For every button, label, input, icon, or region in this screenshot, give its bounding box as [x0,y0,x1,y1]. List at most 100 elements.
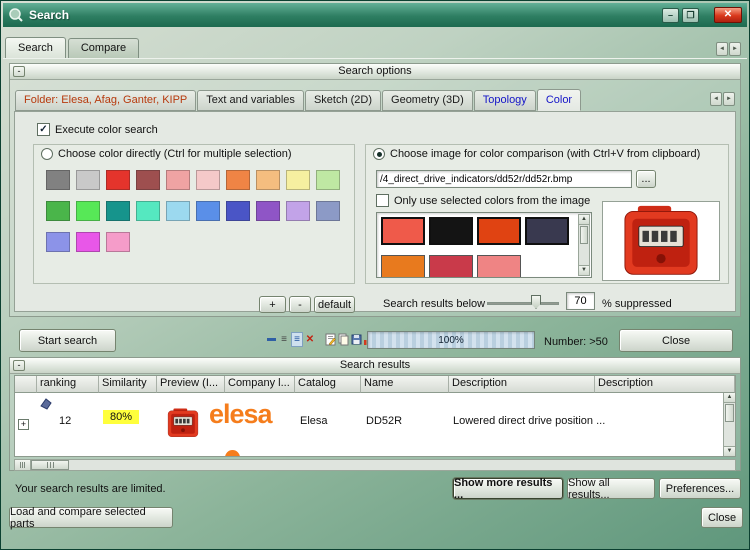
preferences-button[interactable]: Preferences... [659,478,741,499]
options-tab-1[interactable]: Text and variables [197,90,304,111]
color-swatch-r1c7[interactable] [256,201,280,221]
image-color-2[interactable] [477,217,521,245]
color-swatch-r2c1[interactable] [76,232,100,252]
show-more-results-button[interactable]: Show more results ... [453,477,563,501]
results-column-4[interactable]: Company l... [225,376,295,393]
maximize-button[interactable]: ❐ [682,7,699,23]
footer-close-button[interactable]: Close [701,507,743,528]
tab-scroll-left-icon[interactable]: ◄ [716,42,728,56]
save-icon[interactable] [350,332,362,347]
search-options-header: - Search options [10,64,740,80]
results-vertical-scrollbar[interactable]: ▲ ▼ [723,393,735,456]
image-color-partial-0[interactable] [381,255,425,277]
collapse-icon[interactable] [265,332,277,347]
suppress-value-input[interactable] [566,292,595,310]
remove-color-button[interactable]: - [289,296,311,313]
color-swatch-r0c4[interactable] [166,170,190,190]
choose-color-directly-radio[interactable]: Choose color directly (Ctrl for multiple… [41,148,292,160]
color-swatch-r0c0[interactable] [46,170,70,190]
color-swatch-r1c2[interactable] [106,201,130,221]
color-swatch-r0c1[interactable] [76,170,100,190]
scroll-down-icon[interactable]: ▼ [579,265,589,275]
options-tab-scroll-right-icon[interactable]: ► [723,92,735,106]
tab-compare[interactable]: Compare [67,38,140,58]
image-color-partial-2[interactable] [477,255,521,277]
close-search-button[interactable]: Close [619,329,733,352]
image-color-partial-1[interactable] [429,255,473,277]
results-column-7[interactable]: Description [449,376,595,393]
collapse-search-results-button[interactable]: - [13,360,25,371]
color-swatch-r1c9[interactable] [316,201,340,221]
minimize-button[interactable]: – [662,7,679,23]
execute-color-search-checkbox[interactable]: ✓ Execute color search [37,123,158,136]
color-swatch-r2c0[interactable] [46,232,70,252]
results-horizontal-scrollbar[interactable] [14,459,736,471]
edit-doc-icon[interactable] [324,332,336,347]
scrollbar-thumb[interactable] [31,460,69,470]
suppress-slider[interactable] [487,294,559,311]
color-swatch-r0c6[interactable] [226,170,250,190]
slider-thumb[interactable] [531,295,541,309]
suppress-label: Search results below [383,298,486,310]
results-column-6[interactable]: Name [361,376,449,393]
results-column-0[interactable] [15,376,37,393]
results-column-5[interactable]: Catalog [295,376,361,393]
only-selected-colors-checkbox[interactable]: Only use selected colors from the image [376,194,590,207]
scroll-up-icon[interactable]: ▲ [724,393,735,403]
collapse-search-options-button[interactable]: - [13,66,25,77]
details-view-icon[interactable]: ≡ [291,332,303,347]
close-window-button[interactable]: ✕ [714,7,742,23]
start-search-button[interactable]: Start search [19,329,116,352]
splitter-grip[interactable] [15,460,31,470]
color-swatch-r0c2[interactable] [106,170,130,190]
color-swatch-r0c8[interactable] [286,170,310,190]
image-color-3[interactable] [525,217,569,245]
delete-icon[interactable]: ✕ [304,332,316,347]
scrollbar-thumb[interactable] [580,226,588,244]
color-swatch-r1c1[interactable] [76,201,100,221]
load-and-compare-button[interactable]: Load and compare selected parts [9,506,173,530]
scroll-up-icon[interactable]: ▲ [579,215,589,225]
color-swatch-r0c5[interactable] [196,170,220,190]
options-tab-bar: Folder: Elesa, Afag, Ganter, KIPP Text an… [15,89,710,111]
results-body: + 12 80% elesa Elesa DD52R Lowered direc… [15,393,722,456]
tab-scroll-right-icon[interactable]: ► [729,42,741,56]
scrollbar-thumb[interactable] [725,404,734,422]
add-color-button[interactable]: + [259,296,286,313]
results-column-8[interactable]: Description [595,376,735,393]
results-column-3[interactable]: Preview (I... [157,376,225,393]
image-color-0[interactable] [381,217,425,245]
options-tab-3[interactable]: Geometry (3D) [382,90,473,111]
options-tab-4[interactable]: Topology [473,90,536,111]
row-expander-icon[interactable]: + [18,419,29,430]
color-swatch-r2c2[interactable] [106,232,130,252]
color-swatch-r0c7[interactable] [256,170,280,190]
show-all-results-button[interactable]: Show all results... [567,477,655,501]
color-swatch-r0c9[interactable] [316,170,340,190]
color-swatch-r0c3[interactable] [136,170,160,190]
image-color-1[interactable] [429,217,473,245]
copy-doc-icon[interactable] [337,332,349,347]
image-colors-scrollbar[interactable]: ▲ ▼ [578,214,590,276]
checkbox-mark: ✓ [37,123,50,136]
options-tab-0[interactable]: Folder: Elesa, Afag, Ganter, KIPP [15,90,197,111]
default-colors-button[interactable]: default [314,296,355,313]
list-view-icon[interactable]: ≡ [278,332,290,347]
results-column-2[interactable]: Similarity [99,376,157,393]
color-swatch-r1c4[interactable] [166,201,190,221]
color-swatch-r1c6[interactable] [226,201,250,221]
color-swatch-r1c5[interactable] [196,201,220,221]
color-swatch-r1c0[interactable] [46,201,70,221]
color-swatch-r1c8[interactable] [286,201,310,221]
choose-image-radio[interactable]: Choose image for color comparison (with … [373,148,700,160]
options-tab-2[interactable]: Sketch (2D) [304,90,382,111]
scroll-down-icon[interactable]: ▼ [724,446,735,456]
browse-image-button[interactable]: ... [636,170,656,188]
color-swatch-r1c3[interactable] [136,201,160,221]
color-grid [46,170,340,252]
tab-search[interactable]: Search [5,37,66,58]
image-path-input[interactable] [376,170,632,188]
options-tab-5[interactable]: Color [536,89,582,111]
results-column-1[interactable]: ranking [37,376,99,393]
options-tab-scroll-left-icon[interactable]: ◄ [710,92,722,106]
